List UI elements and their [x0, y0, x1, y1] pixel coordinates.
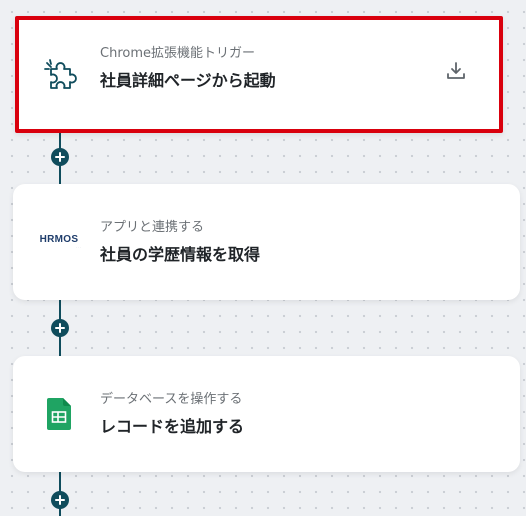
flow-step-hrmos[interactable]: HRMOS · · · アプリと連携する 社員の学歴情報を取得 — [13, 184, 520, 300]
download-icon — [447, 62, 465, 79]
step-title: 社員詳細ページから起動 — [100, 71, 276, 90]
plus-icon — [55, 323, 65, 333]
plus-icon — [55, 495, 65, 505]
puzzle-icon — [39, 54, 83, 98]
hrmos-logo: HRMOS · · · — [39, 234, 81, 250]
google-sheets-icon — [37, 392, 81, 436]
add-step-button[interactable] — [51, 491, 69, 509]
add-step-button[interactable] — [51, 319, 69, 337]
download-button[interactable] — [443, 58, 469, 84]
flow-step-chrome-trigger[interactable]: Chrome拡張機能トリガー 社員詳細ページから起動 — [15, 16, 503, 133]
add-step-button[interactable] — [51, 148, 69, 166]
step-subtitle: Chrome拡張機能トリガー — [100, 46, 255, 61]
step-subtitle: データベースを操作する — [100, 392, 243, 407]
plus-icon — [55, 152, 65, 162]
step-title: 社員の学歴情報を取得 — [100, 245, 261, 264]
step-subtitle: アプリと連携する — [100, 220, 205, 235]
flow-step-database[interactable]: データベースを操作する レコードを追加する — [13, 356, 520, 472]
step-title: レコードを追加する — [100, 417, 245, 436]
